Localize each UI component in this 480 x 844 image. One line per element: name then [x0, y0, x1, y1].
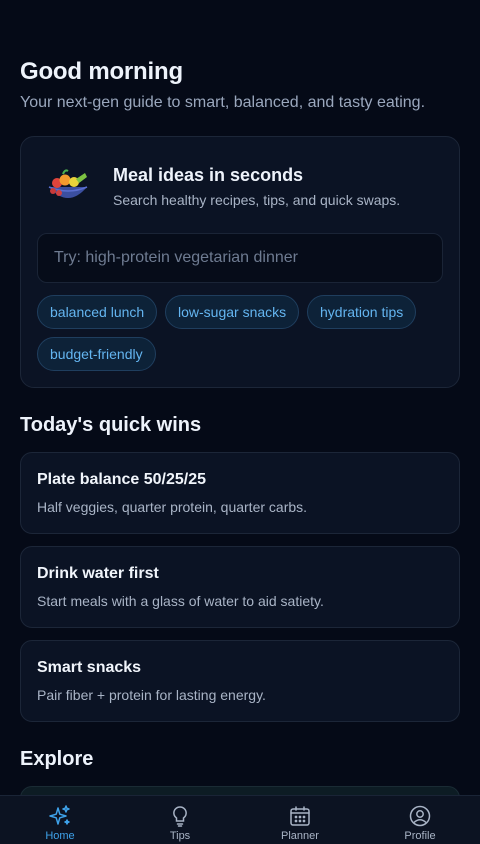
- quick-win-title: Plate balance 50/25/25: [37, 471, 206, 488]
- search-card-title: Meal ideas in seconds: [113, 165, 304, 185]
- calendar-icon: [290, 806, 310, 826]
- nav-label-profile: Profile: [404, 830, 436, 842]
- meal-search-card: Meal ideas in seconds Search healthy rec…: [20, 136, 460, 388]
- search-card-subtitle: Search healthy recipes, tips, and quick …: [113, 192, 401, 208]
- sparkles-icon: [49, 805, 70, 825]
- meal-search-input[interactable]: [37, 233, 443, 283]
- suggestion-chip-hydration-tips[interactable]: hydration tips: [307, 295, 417, 329]
- quick-win-card[interactable]: Drink water first Start meals with a gla…: [20, 546, 460, 628]
- nav-item-tips[interactable]: Tips: [120, 796, 240, 844]
- nav-label-home: Home: [45, 830, 75, 842]
- nav-label-planner: Planner: [281, 830, 319, 842]
- quick-win-description: Pair fiber + protein for lasting energy.: [37, 687, 266, 703]
- suggestion-chip-budget-friendly[interactable]: budget-friendly: [37, 337, 156, 371]
- quick-win-title: Smart snacks: [37, 659, 142, 676]
- quick-win-card[interactable]: Plate balance 50/25/25 Half veggies, qua…: [20, 452, 460, 534]
- suggestion-chip-balanced-lunch[interactable]: balanced lunch: [37, 295, 158, 329]
- home-screen: Good morning Your next-gen guide to smar…: [0, 0, 480, 844]
- nav-label-tips: Tips: [169, 830, 191, 842]
- nav-item-home[interactable]: Home: [0, 796, 120, 844]
- greeting-subtitle: Your next-gen guide to smart, balanced, …: [20, 94, 426, 111]
- lightbulb-icon: [173, 806, 187, 827]
- quick-win-description: Half veggies, quarter protein, quarter c…: [37, 499, 308, 515]
- quick-win-card[interactable]: Smart snacks Pair fiber + protein for la…: [20, 640, 460, 722]
- quick-win-title: Drink water first: [37, 565, 159, 582]
- explore-title: Explore: [20, 748, 94, 770]
- quick-win-description: Start meals with a glass of water to aid…: [37, 593, 324, 609]
- bottom-nav: Home Tips Planner Profile: [0, 795, 480, 844]
- nav-item-planner[interactable]: Planner: [240, 796, 360, 844]
- user-circle-icon: [409, 805, 431, 827]
- quick-wins-title: Today's quick wins: [20, 414, 202, 436]
- suggestion-chip-low-sugar-snacks[interactable]: low-sugar snacks: [165, 295, 300, 329]
- fruit-bowl-icon: [48, 169, 88, 198]
- greeting-title: Good morning: [20, 58, 183, 85]
- nav-item-profile[interactable]: Profile: [360, 796, 480, 844]
